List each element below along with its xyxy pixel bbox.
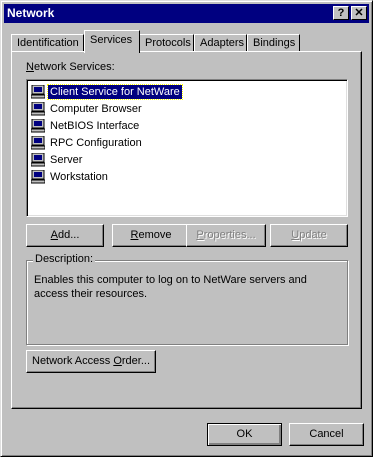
service-name: Client Service for NetWare [47, 84, 183, 100]
service-name: Workstation [50, 171, 108, 183]
computer-icon [31, 170, 45, 184]
computer-icon [31, 119, 45, 133]
description-text: Enables this computer to log on to NetWa… [34, 274, 307, 300]
network-access-order-button[interactable]: Network Access Order... [26, 350, 156, 373]
tab-adapters-label: Adapters [200, 37, 245, 49]
help-icon: ? [337, 7, 345, 19]
service-name: Server [50, 154, 83, 166]
computer-icon [31, 136, 45, 150]
network-services-label: Network Services: [26, 61, 115, 73]
title-bar[interactable]: Network ? ✕ [4, 4, 369, 23]
remove-button[interactable]: Remove [112, 224, 190, 247]
cancel-button[interactable]: Cancel [289, 423, 364, 446]
tab-services-label: Services [90, 34, 133, 46]
ok-button[interactable]: OK [207, 423, 282, 446]
computer-icon [31, 102, 45, 116]
properties-button[interactable]: Properties... [186, 224, 266, 247]
computer-icon [31, 85, 45, 99]
tab-protocols-label: Protocols [145, 37, 191, 49]
close-button[interactable]: ✕ [351, 6, 367, 20]
add-button[interactable]: Add... [26, 224, 104, 247]
network-services-list[interactable]: Client Service for NetWare Computer Brow… [26, 79, 348, 217]
description-group: Description: Enables this computer to lo… [26, 253, 348, 345]
help-button[interactable]: ? [333, 6, 349, 20]
update-button[interactable]: Update [270, 224, 348, 247]
description-title: Description: [33, 253, 96, 265]
service-name: NetBIOS Interface [50, 120, 140, 132]
tab-bindings-label: Bindings [253, 37, 296, 49]
computer-icon [31, 153, 45, 167]
tab-identification[interactable]: Identification [11, 34, 84, 52]
service-name: Computer Browser [50, 103, 142, 115]
close-icon: ✕ [354, 7, 364, 19]
tab-protocols[interactable]: Protocols [139, 34, 194, 52]
tab-identification-label: Identification [17, 37, 79, 49]
services-panel: Network Services: Client Service for Net… [11, 51, 362, 409]
tab-services[interactable]: Services [84, 30, 140, 53]
cancel-label: Cancel [309, 428, 344, 440]
service-name: RPC Configuration [50, 137, 142, 149]
ok-label: OK [236, 428, 253, 440]
window-title: Network [7, 6, 55, 20]
tab-adapters[interactable]: Adapters [194, 34, 247, 52]
tab-bindings[interactable]: Bindings [247, 34, 300, 52]
